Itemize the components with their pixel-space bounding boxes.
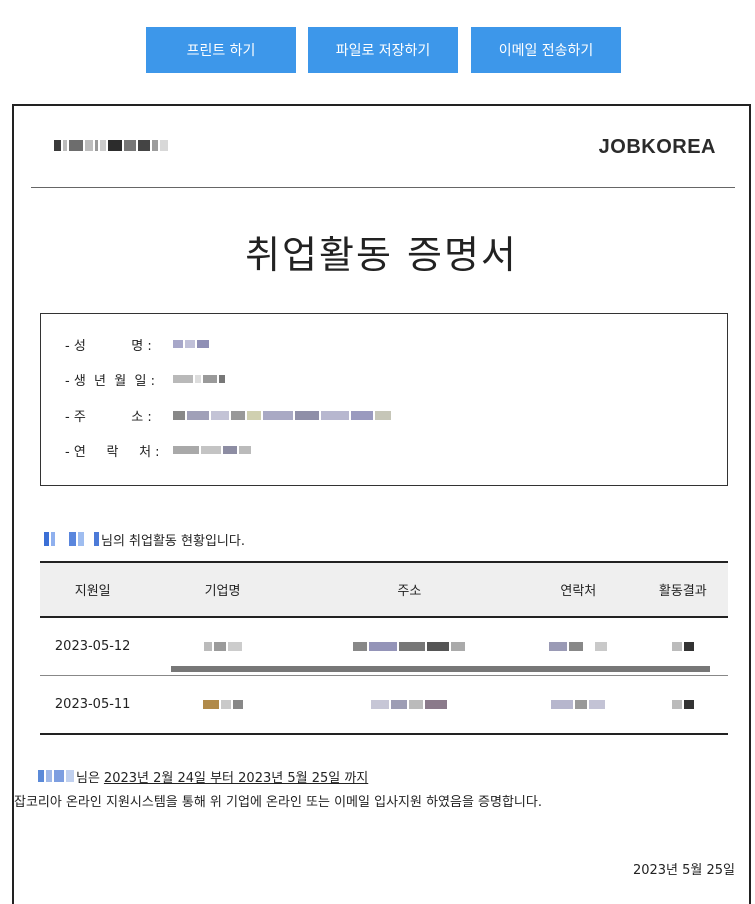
table-header-row: 지원일 기업명 주소 연락처 활동결과 xyxy=(40,562,728,617)
address-label: - 주 소 : xyxy=(65,409,152,425)
company-redacted xyxy=(145,676,299,735)
certification-period-line: 님은 2023년 2월 24일 부터 2023년 5월 25일 까지 xyxy=(38,767,369,786)
birth-value-redacted xyxy=(173,375,225,383)
table-row: 2023-05-11 xyxy=(40,676,728,735)
jobkorea-logo: JOBKOREA xyxy=(598,136,716,158)
col-header-result: 활동결과 xyxy=(658,584,707,599)
cert-period: 2023년 2월 24일 부터 2023년 5월 25일 까지 xyxy=(103,770,369,786)
col-header-address: 주소 xyxy=(397,584,422,599)
apply-date: 2023-05-11 xyxy=(54,697,131,712)
table-overlay-bar xyxy=(171,666,710,672)
header-divider xyxy=(31,187,735,188)
save-file-button[interactable]: 파일로 저장하기 xyxy=(308,27,458,73)
info-row-contact: - 연 락 처 : xyxy=(65,441,251,460)
applicant-name-redacted xyxy=(38,770,74,782)
application-history-table: 지원일 기업명 주소 연락처 활동결과 2023-05-12 2023-05-1… xyxy=(40,561,728,735)
applicant-name-redacted xyxy=(44,532,99,546)
address-redacted xyxy=(300,676,519,735)
col-header-contact: 연락처 xyxy=(560,584,597,599)
certification-statement: 잡코리아 온라인 지원시스템을 통해 위 기업에 온라인 또는 이메일 입사지원… xyxy=(14,795,542,810)
activity-summary: 님의 취업활동 현황입니다. xyxy=(44,530,245,549)
summary-text: 님의 취업활동 현황입니다. xyxy=(101,533,245,549)
info-row-address: - 주 소 : xyxy=(65,406,391,425)
cert-prefix: 님은 xyxy=(76,770,100,786)
name-value-redacted xyxy=(173,340,209,348)
contact-value-redacted xyxy=(173,446,251,454)
birth-label: - 생 년 월 일 : xyxy=(65,373,155,389)
email-send-button[interactable]: 이메일 전송하기 xyxy=(471,27,621,73)
col-header-company: 기업명 xyxy=(204,584,241,599)
info-row-birth: - 생 년 월 일 : xyxy=(65,370,225,389)
col-header-date: 지원일 xyxy=(74,584,111,599)
company-name-redacted xyxy=(54,140,168,151)
address-value-redacted xyxy=(173,410,391,420)
certificate-document: JOBKOREA 취업활동 증명서 - 성 명 : - 생 년 월 일 : - … xyxy=(12,104,751,904)
issue-date: 2023년 5월 25일 xyxy=(632,863,735,878)
action-toolbar: 프린트 하기 파일로 저장하기 이메일 전송하기 xyxy=(0,27,755,73)
result-redacted xyxy=(638,676,728,735)
applicant-info-box: - 성 명 : - 생 년 월 일 : - 주 소 : - 연 락 처 : xyxy=(40,313,728,486)
name-label: - 성 명 : xyxy=(65,338,152,354)
contact-redacted xyxy=(519,676,638,735)
contact-label: - 연 락 처 : xyxy=(65,444,160,460)
info-row-name: - 성 명 : xyxy=(65,335,209,354)
document-title: 취업활동 증명서 xyxy=(245,233,518,277)
print-button[interactable]: 프린트 하기 xyxy=(146,27,296,73)
apply-date: 2023-05-12 xyxy=(54,639,131,654)
